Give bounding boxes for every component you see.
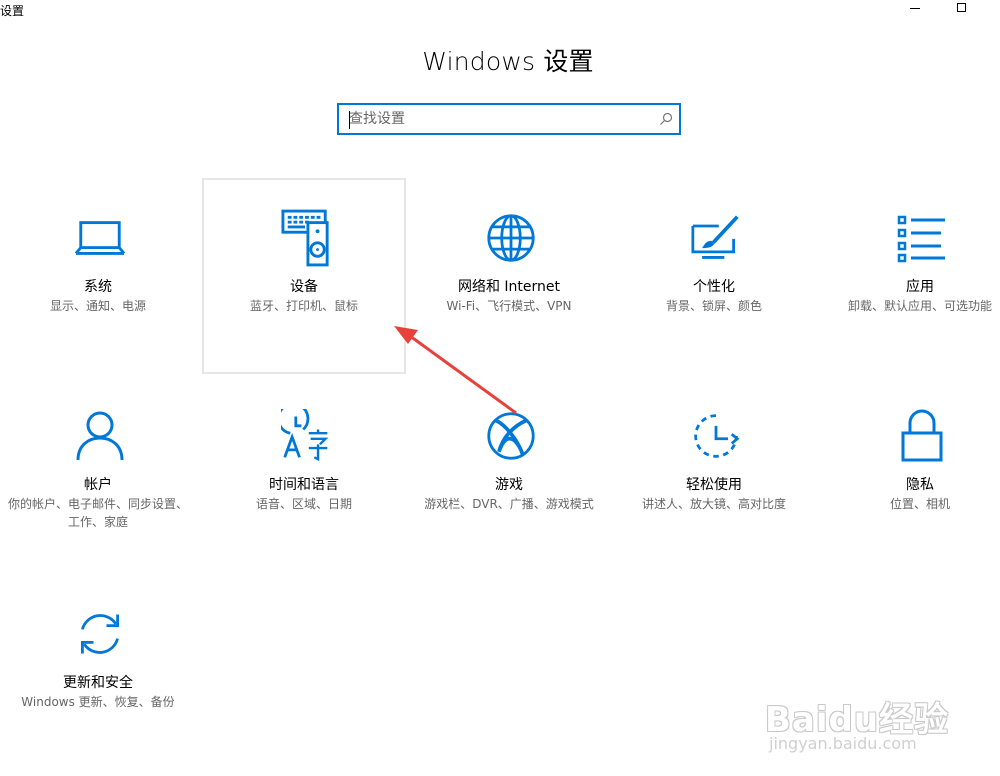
baidu-watermark: Baidu经验 jingyan.baidu.com: [765, 668, 995, 768]
watermark-url: jingyan.baidu.com: [769, 734, 917, 753]
annotation-arrow: [394, 326, 517, 415]
